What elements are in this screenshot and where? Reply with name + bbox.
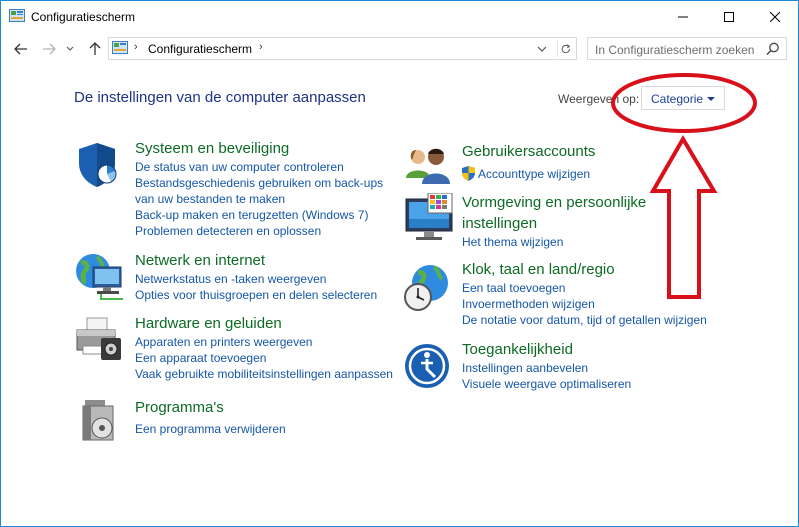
category-title[interactable]: Gebruikersaccounts — [462, 142, 595, 162]
link-date-time-format[interactable]: De notatie voor datum, tijd of getallen … — [462, 312, 707, 328]
window-title: Configuratiescherm — [31, 10, 136, 24]
address-bar[interactable]: › Configuratiescherm › — [108, 37, 577, 60]
breadcrumb[interactable]: Configuratiescherm — [148, 42, 252, 56]
maximize-button[interactable] — [706, 1, 752, 32]
page-title: De instellingen van de computer aanpasse… — [74, 89, 366, 106]
category-title[interactable]: Klok, taal en land/regio — [462, 260, 615, 280]
link-uninstall-program[interactable]: Een programma verwijderen — [135, 421, 286, 437]
link-change-input-methods[interactable]: Invoermethoden wijzigen — [462, 296, 707, 312]
chevron-right-icon[interactable]: › — [259, 41, 263, 53]
link-add-language[interactable]: Een taal toevoegen — [462, 280, 707, 296]
link-change-theme[interactable]: Het thema wijzigen — [462, 234, 563, 250]
link-troubleshoot[interactable]: Problemen detecteren en oplossen — [135, 223, 383, 239]
category-title[interactable]: instellingen — [462, 214, 537, 234]
forward-button[interactable] — [39, 39, 59, 59]
chevron-down-icon — [66, 46, 74, 51]
link-recommend-settings[interactable]: Instellingen aanbevelen — [462, 360, 631, 376]
chevron-down-icon[interactable] — [537, 42, 547, 56]
up-button[interactable] — [85, 39, 105, 59]
category-title[interactable]: Programma's — [135, 398, 224, 418]
link-add-device[interactable]: Een apparaat toevoegen — [135, 350, 393, 366]
network-globe-icon[interactable] — [73, 251, 127, 301]
users-icon[interactable] — [404, 146, 452, 186]
search-input[interactable]: In Configuratiescherm zoeken — [587, 37, 787, 60]
control-panel-icon — [9, 9, 25, 22]
chevron-right-icon[interactable]: › — [134, 41, 138, 53]
arrow-right-icon — [43, 43, 56, 55]
category-title[interactable]: Toegankelijkheid — [462, 340, 573, 360]
monitor-icon[interactable] — [404, 193, 454, 243]
recent-locations-button[interactable] — [63, 39, 77, 59]
link-file-history[interactable]: van uw bestanden te maken — [135, 191, 383, 207]
control-panel-icon — [112, 41, 128, 54]
title-bar[interactable]: Configuratiescherm — [1, 1, 798, 32]
refresh-icon[interactable] — [557, 41, 573, 57]
search-placeholder: In Configuratiescherm zoeken — [595, 43, 755, 57]
category-title[interactable]: Hardware en geluiden — [135, 314, 282, 334]
link-backup-restore[interactable]: Back-up maken en terugzetten (Windows 7) — [135, 207, 383, 223]
accessibility-icon[interactable] — [404, 343, 450, 389]
view-by-label: Weergeven op: — [558, 92, 640, 106]
link-optimize-visual-display[interactable]: Visuele weergave optimaliseren — [462, 376, 631, 392]
link-check-computer-status[interactable]: De status van uw computer controleren — [135, 159, 383, 175]
search-icon[interactable] — [766, 42, 780, 56]
link-mobility-settings[interactable]: Vaak gebruikte mobiliteitsinstellingen a… — [135, 366, 393, 382]
back-button[interactable] — [11, 39, 31, 59]
link-homegroup-sharing[interactable]: Opties voor thuisgroepen en delen select… — [135, 287, 377, 303]
minimize-button[interactable] — [660, 1, 706, 32]
category-title[interactable]: Netwerk en internet — [135, 251, 265, 271]
arrow-up-icon — [89, 42, 101, 55]
printer-icon[interactable] — [73, 316, 127, 366]
view-by-value: Categorie — [651, 92, 704, 106]
category-title[interactable]: Systeem en beveiliging — [135, 139, 289, 159]
clock-globe-icon[interactable] — [402, 263, 452, 313]
shield-icon[interactable] — [75, 141, 123, 189]
uac-shield-icon — [462, 166, 475, 181]
arrow-left-icon — [14, 43, 27, 55]
view-by-dropdown[interactable]: Categorie — [641, 86, 725, 110]
maximize-icon — [724, 11, 734, 22]
link-file-history[interactable]: Bestandsgeschiedenis gebruiken om back-u… — [135, 175, 383, 191]
programs-icon[interactable] — [79, 398, 119, 444]
chevron-down-icon — [707, 97, 715, 101]
annotation-arrow — [649, 135, 718, 299]
link-network-status[interactable]: Netwerkstatus en -taken weergeven — [135, 271, 377, 287]
control-panel-window: Configuratiescherm › Configuratiescherm … — [0, 0, 799, 527]
link-devices-printers[interactable]: Apparaten en printers weergeven — [135, 334, 393, 350]
close-button[interactable] — [752, 1, 798, 32]
category-title[interactable]: Vormgeving en persoonlijke — [462, 193, 646, 213]
close-icon — [770, 11, 780, 22]
link-change-account-type[interactable]: Accounttype wijzigen — [478, 166, 590, 182]
minimize-icon — [678, 16, 688, 17]
